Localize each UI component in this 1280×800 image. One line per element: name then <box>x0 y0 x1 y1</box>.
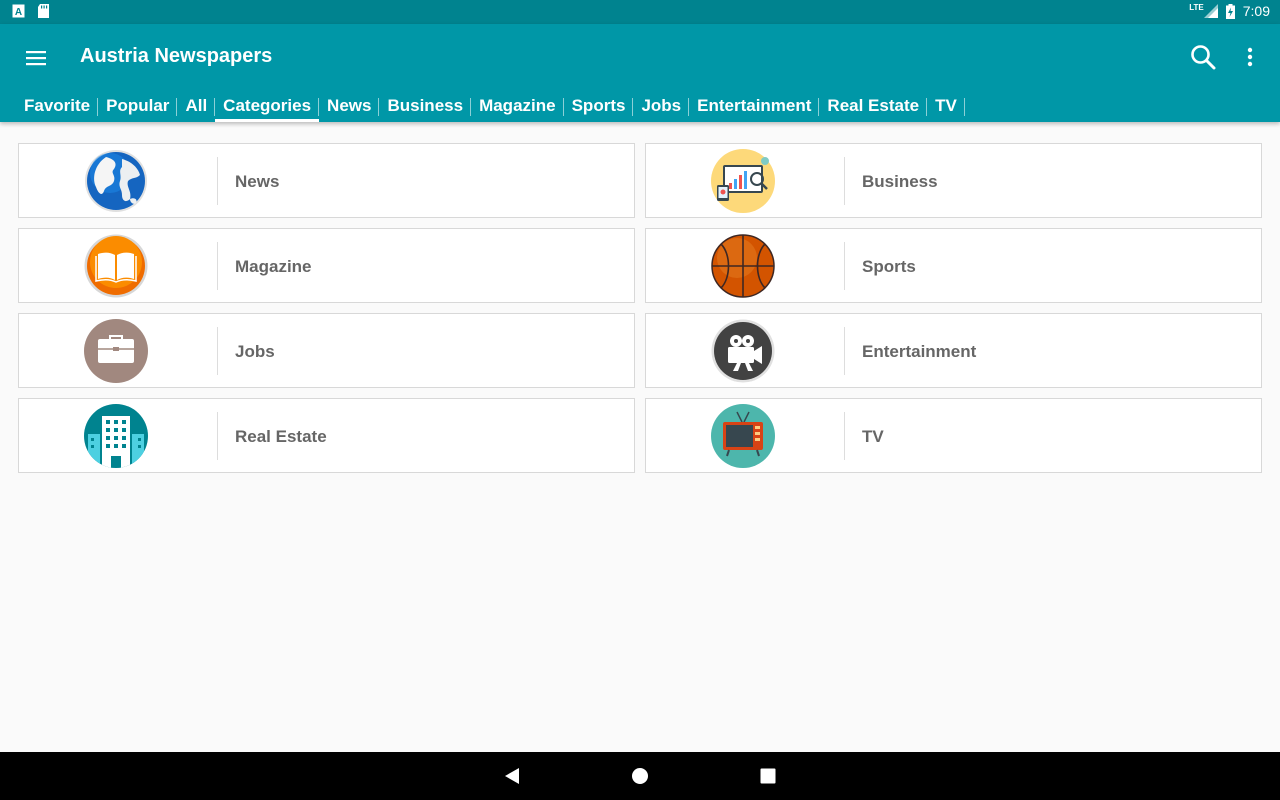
category-card-business[interactable]: Business <box>645 143 1262 218</box>
tab-all[interactable]: All <box>177 94 216 122</box>
svg-text:A: A <box>15 7 22 18</box>
menu-button[interactable] <box>20 42 52 74</box>
tab-categories[interactable]: Categories <box>215 94 320 122</box>
network-type-label: LTE <box>1189 2 1204 12</box>
building-icon <box>84 404 148 468</box>
category-grid: News Business Magazine Sports Jobs Enter… <box>18 143 1262 473</box>
category-label: TV <box>862 427 884 446</box>
hamburger-menu-icon <box>26 51 46 66</box>
tab-popular[interactable]: Popular <box>98 94 178 122</box>
category-label: Magazine <box>235 257 312 276</box>
category-label: News <box>235 172 280 191</box>
app-notification-icon: A <box>12 4 25 18</box>
briefcase-icon <box>84 319 148 383</box>
tab-real-estate[interactable]: Real Estate <box>819 94 928 122</box>
system-navigation-bar <box>0 752 1280 800</box>
search-button[interactable] <box>1186 40 1220 74</box>
more-options-button[interactable] <box>1236 40 1264 74</box>
category-card-real-estate[interactable]: Real Estate <box>18 398 635 473</box>
home-circle-icon <box>632 768 648 784</box>
tab-label: TV <box>935 96 957 115</box>
more-vert-icon <box>1247 47 1253 67</box>
category-label: Real Estate <box>235 427 327 446</box>
tab-bar: Favorite Popular All Categories News Bus… <box>16 94 965 122</box>
tab-label: Favorite <box>24 96 91 115</box>
basketball-icon <box>711 234 775 298</box>
tab-label: Magazine <box>479 96 556 115</box>
battery-charging-icon <box>1225 3 1235 19</box>
tab-news[interactable]: News <box>319 94 380 122</box>
clock: 7:09 <box>1242 3 1270 19</box>
tab-entertainment[interactable]: Entertainment <box>689 94 820 122</box>
globe-icon <box>85 150 147 212</box>
category-card-news[interactable]: News <box>18 143 635 218</box>
category-label: Sports <box>862 257 916 276</box>
category-label: Business <box>862 172 938 191</box>
tab-label: Business <box>387 96 464 115</box>
recents-square-icon <box>760 768 776 784</box>
tab-label: Jobs <box>641 96 682 115</box>
category-label: Entertainment <box>862 342 977 361</box>
app-title: Austria Newspapers <box>80 45 273 67</box>
tab-label: All <box>185 96 208 115</box>
home-button[interactable] <box>628 764 652 788</box>
category-card-entertainment[interactable]: Entertainment <box>645 313 1262 388</box>
search-icon <box>1191 45 1216 70</box>
tab-favorite[interactable]: Favorite <box>16 94 99 122</box>
business-chart-icon <box>711 149 775 213</box>
category-label: Jobs <box>235 342 275 361</box>
back-triangle-icon <box>505 768 519 784</box>
tab-business[interactable]: Business <box>379 94 472 122</box>
tab-magazine[interactable]: Magazine <box>471 94 564 122</box>
tab-label: Sports <box>571 96 626 115</box>
tab-label: Real Estate <box>827 96 920 115</box>
tab-label: Popular <box>106 96 170 115</box>
category-card-magazine[interactable]: Magazine <box>18 228 635 303</box>
tab-jobs[interactable]: Jobs <box>633 94 690 122</box>
app-bar: Austria Newspapers Favorite Popular All … <box>0 24 1280 122</box>
category-card-jobs[interactable]: Jobs <box>18 313 635 388</box>
signal-icon <box>1203 4 1218 18</box>
back-button[interactable] <box>500 764 524 788</box>
movie-camera-icon <box>711 319 775 383</box>
tab-label: Entertainment <box>697 96 812 115</box>
status-bar: A LTE 7:09 <box>0 0 1280 24</box>
tv-icon <box>711 404 775 468</box>
recents-button[interactable] <box>756 764 780 788</box>
tab-label: Categories <box>223 96 312 115</box>
tab-tv[interactable]: TV <box>927 94 965 122</box>
tab-label: News <box>327 96 372 115</box>
tab-sports[interactable]: Sports <box>564 94 634 122</box>
category-card-sports[interactable]: Sports <box>645 228 1262 303</box>
book-icon <box>84 234 148 298</box>
sd-card-icon <box>38 4 49 18</box>
category-card-tv[interactable]: TV <box>645 398 1262 473</box>
